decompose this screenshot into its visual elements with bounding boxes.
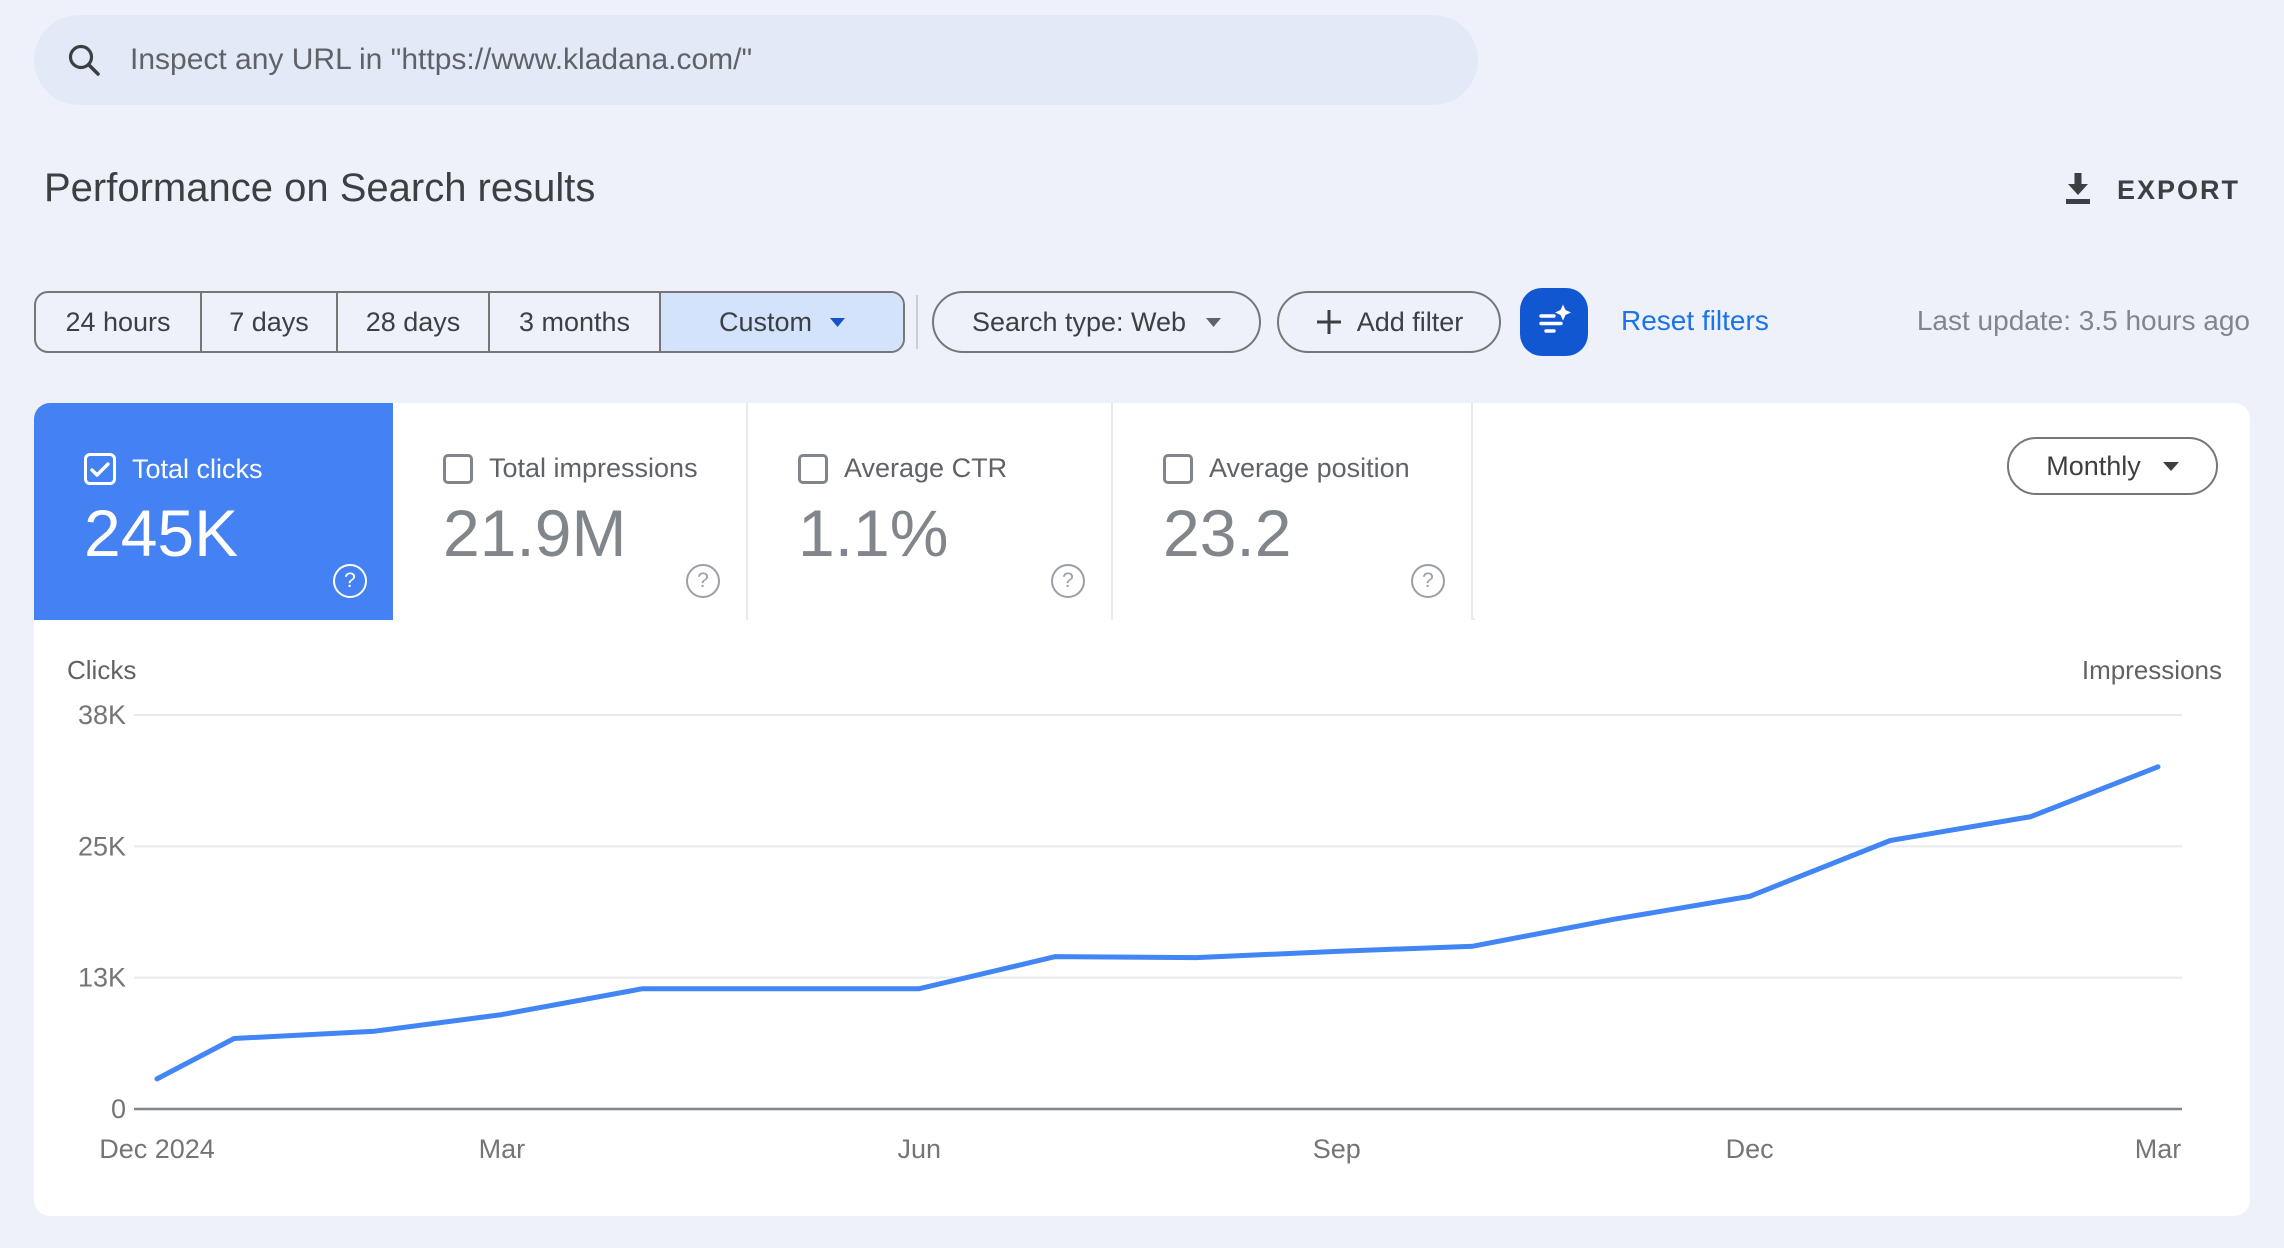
- chevron-down-icon: [1206, 318, 1221, 327]
- clicks-trend-line[interactable]: [157, 767, 2158, 1079]
- x-tick-label: Mar: [479, 1134, 526, 1164]
- range-24-hours[interactable]: 24 hours: [36, 293, 200, 351]
- filter-bar: 24 hours 7 days 28 days 3 months Custom …: [0, 291, 2284, 353]
- x-tick-label: Mar: [2135, 1134, 2182, 1164]
- search-input[interactable]: [130, 43, 1438, 77]
- range-3-months[interactable]: 3 months: [488, 293, 659, 351]
- plus-icon: [1315, 308, 1343, 336]
- filter-sparkle-icon: [1534, 302, 1574, 342]
- x-tick-label: Dec: [1726, 1134, 1774, 1164]
- y-tick-label: 13K: [78, 963, 126, 993]
- range-7-days[interactable]: 7 days: [200, 293, 336, 351]
- y-tick-label: 0: [111, 1094, 126, 1124]
- range-custom-dropdown[interactable]: Custom: [659, 293, 903, 351]
- url-inspect-searchbar[interactable]: [34, 15, 1478, 105]
- range-28-days[interactable]: 28 days: [336, 293, 488, 351]
- x-tick-label: Sep: [1313, 1134, 1361, 1164]
- card-label: Total clicks: [132, 454, 263, 485]
- x-tick-label: Dec 2024: [99, 1134, 215, 1164]
- last-update-text: Last update: 3.5 hours ago: [1917, 305, 2250, 337]
- y-tick-label: 25K: [78, 831, 126, 861]
- card-value: 245K: [84, 495, 238, 571]
- export-button[interactable]: EXPORT: [2061, 170, 2240, 210]
- smart-filter-button[interactable]: [1520, 288, 1588, 356]
- x-tick-label: Jun: [898, 1134, 942, 1164]
- search-icon: [66, 42, 102, 78]
- help-circle-icon[interactable]: ?: [333, 564, 367, 598]
- page-title: Performance on Search results: [44, 166, 595, 211]
- reset-filters-link[interactable]: Reset filters: [1621, 305, 1769, 337]
- checkbox-checked-icon[interactable]: [84, 453, 116, 485]
- chevron-down-icon: [830, 318, 845, 327]
- y-tick-label: 38K: [78, 700, 126, 730]
- export-label: EXPORT: [2117, 175, 2240, 206]
- download-icon: [2061, 170, 2095, 210]
- card-total-clicks[interactable]: Total clicks 245K ?: [34, 403, 393, 620]
- add-filter-label: Add filter: [1357, 307, 1464, 338]
- search-type-label: Search type: Web: [972, 307, 1186, 338]
- search-type-filter[interactable]: Search type: Web: [932, 291, 1261, 353]
- filter-divider: [916, 295, 918, 349]
- performance-panel: Total clicks 245K ? Total impressions 21…: [34, 403, 2250, 1216]
- add-filter-button[interactable]: Add filter: [1277, 291, 1501, 353]
- range-custom-label: Custom: [719, 307, 812, 338]
- date-range-segmented-control: 24 hours 7 days 28 days 3 months Custom: [34, 291, 905, 353]
